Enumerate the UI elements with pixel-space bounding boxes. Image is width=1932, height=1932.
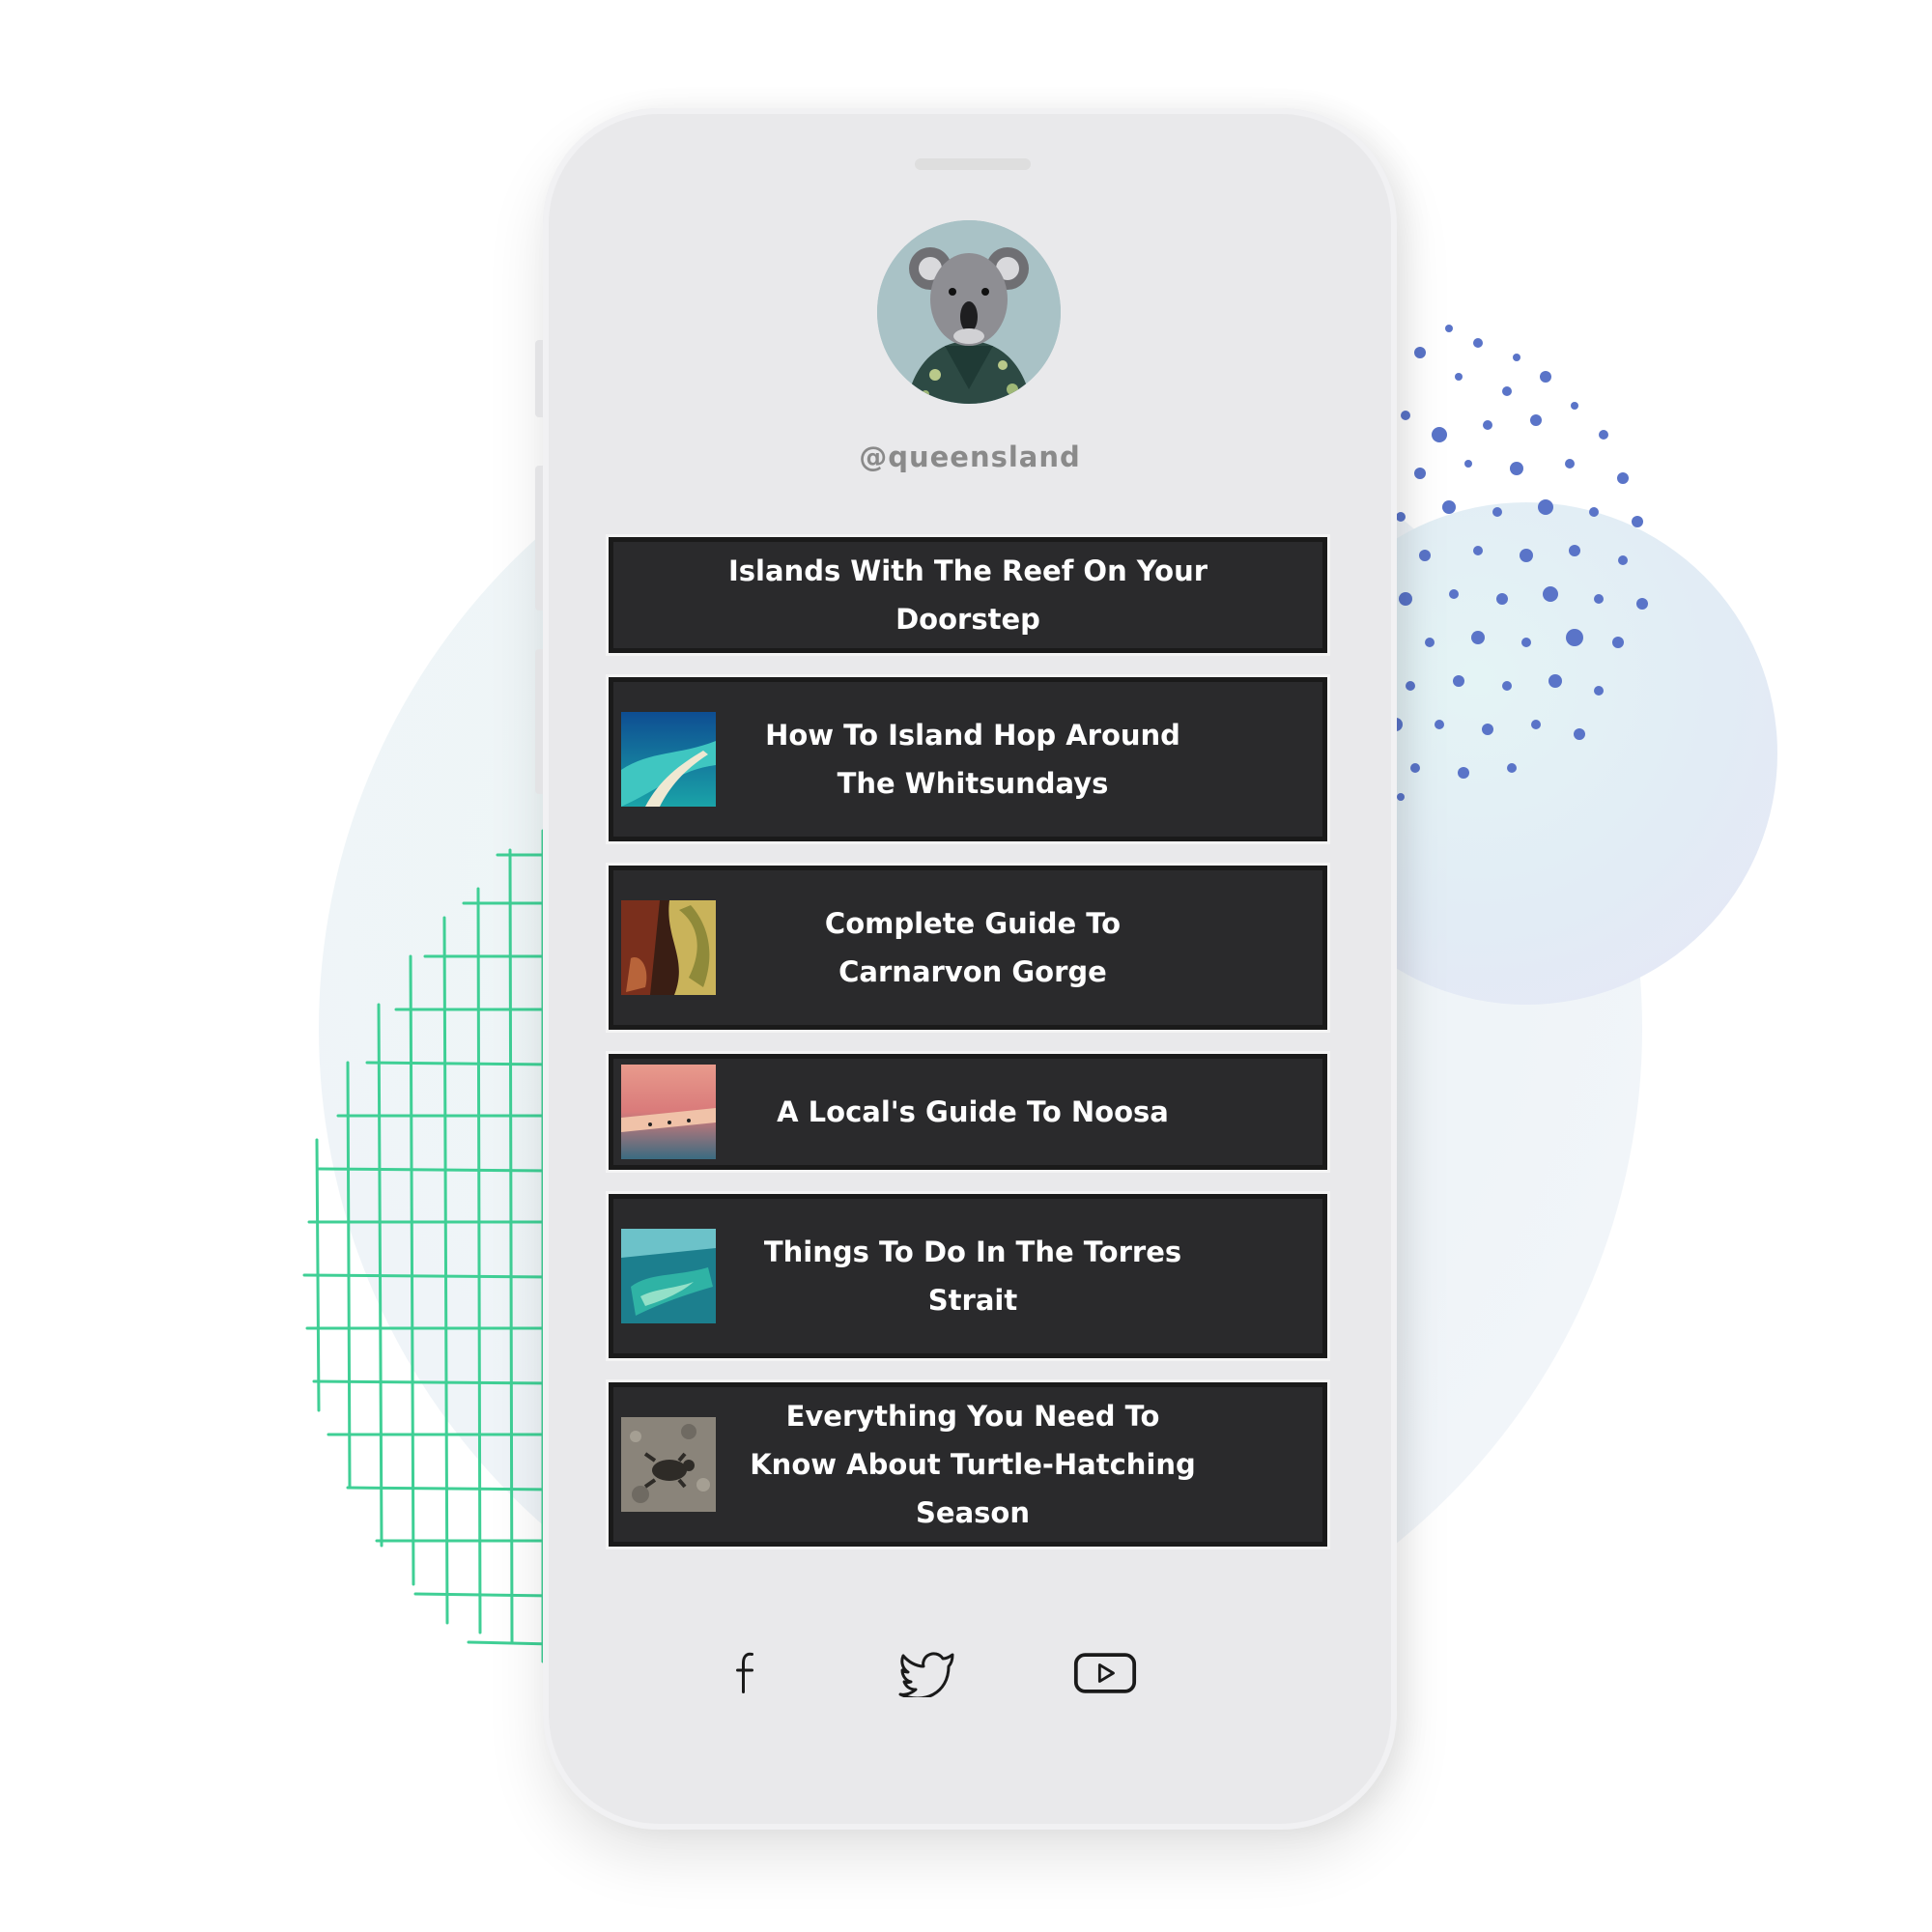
link-label: Islands With The Reef On Your Doorstep (727, 554, 1208, 636)
sunset-beach-thumbnail (621, 1065, 716, 1159)
phone-speaker (915, 158, 1031, 170)
link-button-whitsundays[interactable]: How To Island Hop Around The Whitsundays (609, 677, 1327, 841)
social-links (543, 1634, 1397, 1712)
link-label: How To Island Hop Around The Whitsundays (765, 719, 1180, 800)
phone-side-button (535, 649, 543, 794)
link-label: Everything You Need To Know About Turtle… (750, 1400, 1196, 1529)
link-label: Things To Do In The Torres Strait (763, 1236, 1182, 1317)
promo-stage: @queensland Islands With The Reef On You… (0, 0, 1932, 1932)
profile-handle[interactable]: @queensland (543, 440, 1397, 473)
youtube-icon[interactable] (1066, 1634, 1144, 1712)
gorge-rock-thumbnail (621, 900, 716, 995)
koala-avatar-image (877, 220, 1061, 404)
facebook-icon[interactable] (709, 1634, 786, 1712)
link-button-turtle-hatching[interactable]: Everything You Need To Know About Turtle… (609, 1382, 1327, 1547)
grid-decoration (302, 829, 554, 1663)
turtle-sand-thumbnail (621, 1417, 716, 1512)
link-button-carnarvon[interactable]: Complete Guide To Carnarvon Gorge (609, 866, 1327, 1030)
sandbar-aerial-thumbnail (621, 712, 716, 807)
twitter-icon[interactable] (889, 1634, 966, 1712)
avatar[interactable] (877, 220, 1061, 404)
link-button-torres-strait[interactable]: Things To Do In The Torres Strait (609, 1194, 1327, 1358)
link-list: Islands With The Reef On Your Doorstep H… (609, 537, 1327, 1571)
link-label: A Local's Guide To Noosa (777, 1095, 1169, 1128)
link-label: Complete Guide To Carnarvon Gorge (824, 907, 1122, 988)
phone-side-button (535, 466, 543, 611)
dots-decoration (1389, 325, 1648, 801)
phone-side-button (535, 340, 543, 417)
link-button-noosa[interactable]: A Local's Guide To Noosa (609, 1054, 1327, 1170)
reef-island-aerial-thumbnail (621, 1229, 716, 1323)
phone-mockup: @queensland Islands With The Reef On You… (535, 108, 1397, 1830)
link-button-islands[interactable]: Islands With The Reef On Your Doorstep (609, 537, 1327, 653)
